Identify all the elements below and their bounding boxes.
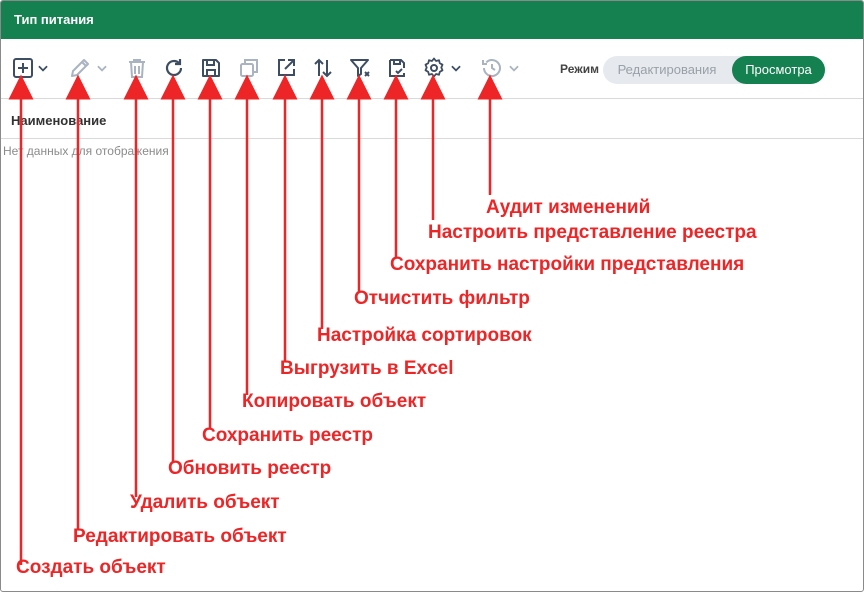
callout-audit: Аудит изменений [486, 197, 651, 218]
callout-copy: Копировать объект [242, 391, 427, 412]
callout-delete: Удалить объект [130, 492, 280, 513]
callout-create: Создать объект [16, 557, 166, 578]
callout-refresh: Обновить реестр [168, 458, 332, 479]
callout-clear-filter: Отчистить фильтр [354, 288, 530, 309]
callout-sort: Настройка сортировок [317, 325, 532, 346]
callout-edit: Редактировать объект [73, 526, 287, 547]
callout-save-view: Сохранить настройки представления [390, 254, 745, 275]
callout-view-settings: Настроить представление реестра [428, 222, 757, 243]
callout-save: Сохранить реестр [202, 425, 373, 446]
callout-export: Выгрузить в Excel [280, 358, 454, 379]
